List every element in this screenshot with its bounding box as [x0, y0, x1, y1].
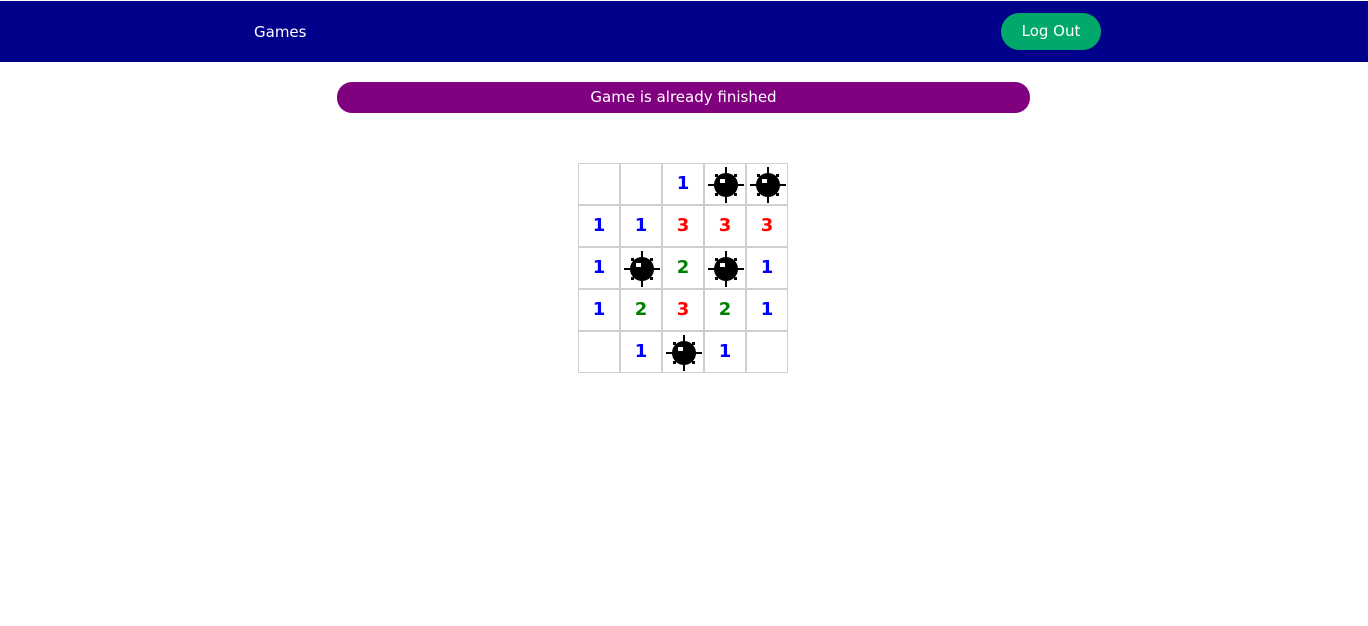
mine-cell[interactable]	[704, 163, 746, 205]
number-cell[interactable]: 2	[704, 289, 746, 331]
cell-number: 1	[760, 299, 774, 320]
logout-button[interactable]: Log Out	[1001, 13, 1101, 50]
number-cell[interactable]: 3	[662, 289, 704, 331]
number-cell[interactable]: 2	[620, 289, 662, 331]
cell-number: 2	[676, 257, 690, 278]
empty-cell[interactable]	[620, 163, 662, 205]
cell-number: 1	[592, 299, 606, 320]
nav-link-games[interactable]: Games	[254, 21, 306, 43]
cell-number: 3	[760, 215, 774, 236]
empty-cell[interactable]	[578, 331, 620, 373]
cell-number: 3	[676, 215, 690, 236]
cell-number: 2	[634, 299, 648, 320]
cell-number: 3	[718, 215, 732, 236]
cell-number: 1	[634, 341, 648, 362]
cell-number: 1	[676, 173, 690, 194]
cell-number: 2	[718, 299, 732, 320]
number-cell[interactable]: 1	[620, 205, 662, 247]
number-cell[interactable]: 1	[578, 247, 620, 289]
number-cell[interactable]: 1	[704, 331, 746, 373]
cell-number: 1	[592, 215, 606, 236]
mine-cell[interactable]	[620, 247, 662, 289]
number-cell[interactable]: 1	[662, 163, 704, 205]
number-cell[interactable]: 1	[746, 289, 788, 331]
number-cell[interactable]: 3	[746, 205, 788, 247]
number-cell[interactable]: 1	[746, 247, 788, 289]
cell-number: 3	[676, 299, 690, 320]
number-cell[interactable]: 1	[620, 331, 662, 373]
top-navbar: Games Log Out	[0, 1, 1368, 62]
number-cell[interactable]: 1	[578, 289, 620, 331]
cell-number: 1	[634, 215, 648, 236]
empty-cell[interactable]	[578, 163, 620, 205]
mine-cell[interactable]	[746, 163, 788, 205]
number-cell[interactable]: 1	[578, 205, 620, 247]
minesweeper-board: 1 1 1 3 3 3 1 2 1 1 2 3 2 1 1 1	[578, 163, 788, 373]
cell-number: 1	[592, 257, 606, 278]
mine-cell[interactable]	[704, 247, 746, 289]
empty-cell[interactable]	[746, 331, 788, 373]
cell-number: 1	[760, 257, 774, 278]
mine-cell[interactable]	[662, 331, 704, 373]
number-cell[interactable]: 2	[662, 247, 704, 289]
cell-number: 1	[718, 341, 732, 362]
game-status-banner: Game is already finished	[337, 82, 1030, 113]
number-cell[interactable]: 3	[662, 205, 704, 247]
number-cell[interactable]: 3	[704, 205, 746, 247]
